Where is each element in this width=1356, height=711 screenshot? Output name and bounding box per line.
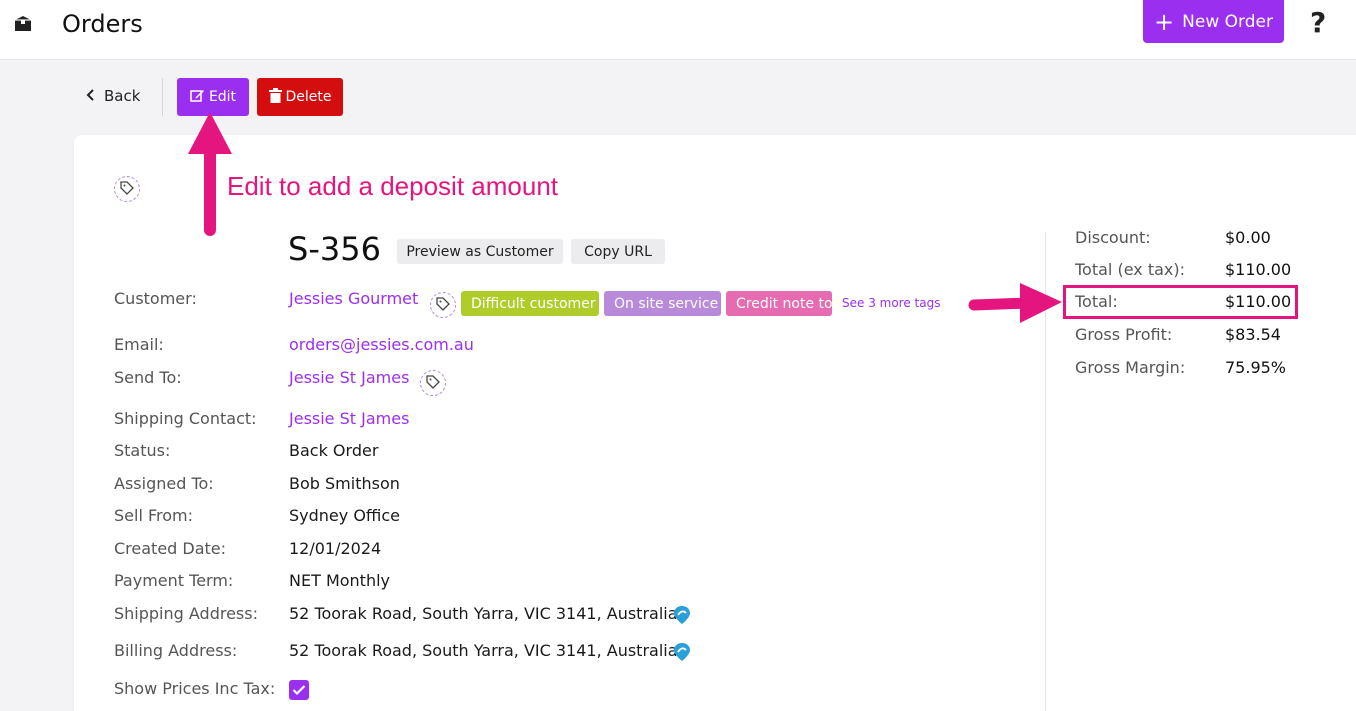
back-button[interactable]: Back — [86, 87, 140, 105]
assigned-to-value: Bob Smithson — [289, 474, 400, 493]
tag-icon — [120, 180, 134, 199]
trash-icon — [268, 87, 282, 107]
check-icon — [292, 681, 306, 700]
top-bar: Orders + New Order ? — [0, 0, 1356, 60]
new-order-label: New Order — [1182, 11, 1273, 32]
total-ex-tax-value: $110.00 — [1225, 260, 1292, 279]
customer-link[interactable]: Jessies Gourmet — [289, 289, 418, 308]
tag-icon — [436, 296, 450, 315]
payment-term-label: Payment Term: — [114, 571, 234, 590]
shipping-contact-link[interactable]: Jessie St James — [289, 409, 409, 428]
send-to-label: Send To: — [114, 368, 182, 387]
send-to-link[interactable]: Jessie St James — [289, 368, 409, 387]
new-order-button[interactable]: + New Order — [1143, 0, 1284, 43]
map-pin-icon[interactable] — [673, 605, 691, 625]
created-date-value: 12/01/2024 — [289, 539, 382, 558]
map-pin-icon[interactable] — [673, 642, 691, 662]
action-divider — [162, 78, 163, 116]
tag-credit-note[interactable]: Credit note to — [726, 291, 832, 316]
shipping-address-label: Shipping Address: — [114, 604, 258, 623]
discount-value: $0.00 — [1225, 228, 1271, 247]
email-link[interactable]: orders@jessies.com.au — [289, 335, 474, 354]
show-prices-inc-tax-label: Show Prices Inc Tax: — [114, 679, 276, 698]
sell-from-label: Sell From: — [114, 506, 194, 525]
delete-label: Delete — [285, 89, 332, 105]
assigned-to-label: Assigned To: — [114, 474, 214, 493]
gross-margin-label: Gross Margin: — [1075, 358, 1186, 377]
box-icon — [12, 13, 34, 35]
status-value: Back Order — [289, 441, 379, 460]
order-card — [74, 135, 1356, 711]
show-prices-inc-tax-checkbox[interactable] — [289, 680, 309, 700]
order-number: S-356 — [288, 230, 381, 268]
billing-address-value: 52 Toorak Road, South Yarra, VIC 3141, A… — [289, 641, 678, 660]
sell-from-value: Sydney Office — [289, 506, 401, 525]
arrow-right-icon — [968, 283, 1062, 323]
shipping-address-value: 52 Toorak Road, South Yarra, VIC 3141, A… — [289, 604, 678, 623]
edit-label: Edit — [208, 89, 237, 105]
chevron-left-icon — [86, 87, 96, 105]
total-value: $110.00 — [1225, 292, 1292, 311]
email-label: Email: — [114, 335, 164, 354]
see-more-tags-link[interactable]: See 3 more tags — [842, 296, 940, 310]
billing-address-label: Billing Address: — [114, 641, 238, 660]
customer-tag-button[interactable] — [430, 292, 456, 318]
payment-term-value: NET Monthly — [289, 571, 390, 590]
gross-profit-value: $83.54 — [1225, 325, 1281, 344]
plus-icon: + — [1154, 7, 1175, 36]
tag-icon — [426, 374, 440, 393]
status-label: Status: — [114, 441, 171, 460]
tag-difficult-customer[interactable]: Difficult customer — [461, 291, 599, 316]
customer-label: Customer: — [114, 289, 197, 308]
total-ex-tax-label: Total (ex tax): — [1075, 260, 1185, 279]
back-label: Back — [104, 87, 141, 105]
gross-profit-label: Gross Profit: — [1075, 325, 1173, 344]
send-to-tag-button[interactable] — [420, 370, 446, 396]
order-tag-button[interactable] — [114, 176, 140, 202]
gross-margin-value: 75.95% — [1225, 358, 1287, 377]
edit-icon — [190, 88, 205, 107]
total-label: Total: — [1075, 292, 1118, 311]
shipping-contact-label: Shipping Contact: — [114, 409, 257, 428]
discount-label: Discount: — [1075, 228, 1151, 247]
question-icon[interactable]: ? — [1310, 6, 1326, 39]
delete-button[interactable]: Delete — [257, 78, 343, 116]
tag-on-site-service[interactable]: On site service — [604, 291, 721, 316]
annotation-text: Edit to add a deposit amount — [227, 171, 559, 201]
copy-url-button[interactable]: Copy URL — [571, 239, 665, 264]
created-date-label: Created Date: — [114, 539, 227, 558]
page-title: Orders — [62, 10, 143, 38]
preview-as-customer-button[interactable]: Preview as Customer — [397, 239, 563, 264]
